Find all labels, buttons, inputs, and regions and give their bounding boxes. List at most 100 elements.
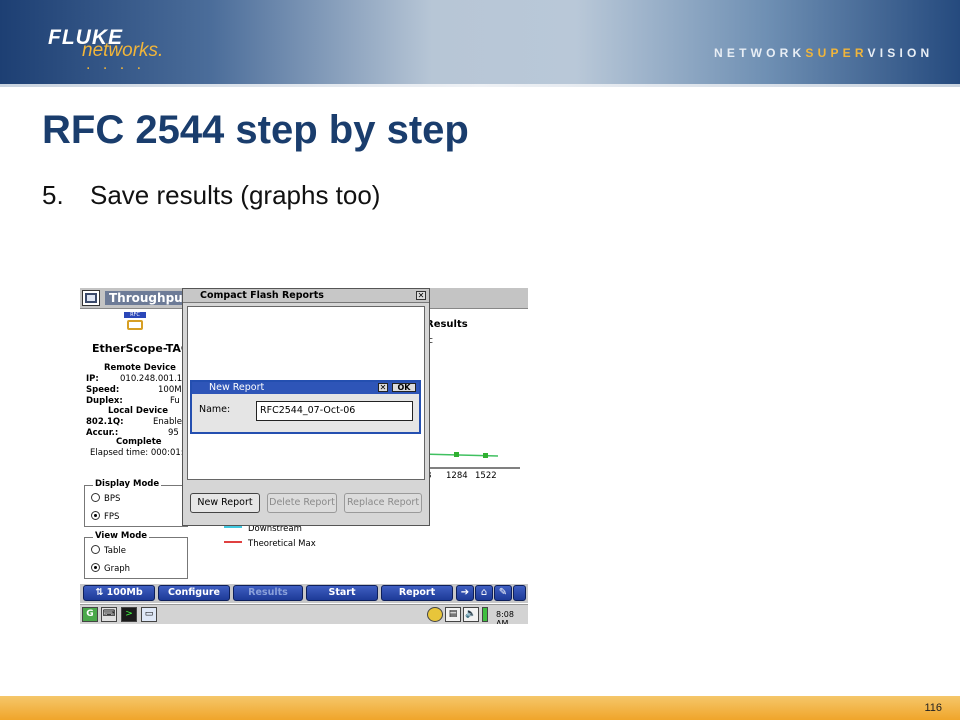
- view-mode-group: View Mode Table Graph: [84, 531, 188, 579]
- new-report-button[interactable]: New Report: [190, 493, 260, 513]
- rfc-test-icon: RFC: [124, 312, 146, 332]
- ip-row: IP:: [86, 374, 99, 384]
- rfc-tag: RFC: [124, 312, 146, 318]
- radio-fps-circle[interactable]: [91, 511, 100, 520]
- radio-bps-circle[interactable]: [91, 493, 100, 502]
- new-report-close-icon[interactable]: ✕: [378, 383, 388, 392]
- taskbar: G ⌨ > ▭ ▤ 🔈 8:08 AM: [80, 604, 528, 624]
- results-label: Results: [426, 319, 468, 330]
- replace-report-button[interactable]: Replace Report: [344, 493, 422, 513]
- tagline-end: VISION: [867, 46, 934, 60]
- new-report-dialog: New Report ✕ OK Name: RFC2544_07-Oct-06: [190, 380, 421, 434]
- bullet-number: 5.: [42, 180, 64, 210]
- terminal-icon[interactable]: >: [121, 607, 137, 622]
- remote-device-heading: Remote Device: [104, 363, 176, 373]
- toolbar-end-icon[interactable]: [513, 585, 526, 601]
- ip-label: IP:: [86, 374, 99, 384]
- radio-graph[interactable]: Graph: [91, 563, 130, 574]
- speaker-icon[interactable]: 🔈: [463, 607, 479, 622]
- wrench-icon[interactable]: ✎: [494, 585, 512, 601]
- q-value: Enable: [153, 417, 182, 427]
- forward-icon[interactable]: ➔: [456, 585, 474, 601]
- radio-bps[interactable]: BPS: [91, 493, 120, 504]
- slide-title: RFC 2544 step by step: [42, 108, 469, 152]
- accur-value: 95: [168, 428, 179, 438]
- radio-table-label: Table: [104, 546, 126, 556]
- compact-flash-title: Compact Flash Reports: [200, 290, 324, 301]
- display-mode-title: Display Mode: [93, 479, 162, 489]
- duplex-value: Fu: [170, 396, 180, 406]
- display-mode-group: Display Mode BPS FPS: [84, 479, 188, 527]
- chart-point-1522: [483, 453, 488, 458]
- results-button[interactable]: Results: [233, 585, 303, 601]
- new-report-titlebar: New Report ✕ OK: [192, 382, 419, 394]
- battery-icon: [482, 607, 488, 622]
- compact-flash-titlebar: Compact Flash Reports ✕: [183, 289, 429, 303]
- chart-point-1284: [454, 452, 459, 457]
- legend-theoretical-swatch: [224, 541, 242, 543]
- etherscope-screenshot: Throughput RFC EtherScope-TAC Remote Dev…: [80, 288, 528, 624]
- radio-fps-label: FPS: [104, 512, 120, 522]
- radio-fps[interactable]: FPS: [91, 511, 119, 522]
- delete-report-button[interactable]: Delete Report: [267, 493, 337, 513]
- speed-button-label: 100Mb: [106, 587, 143, 598]
- clock: 8:08 AM: [496, 610, 514, 624]
- close-icon[interactable]: ✕: [416, 291, 426, 300]
- local-device-heading: Local Device: [108, 406, 168, 416]
- report-button[interactable]: Report: [381, 585, 453, 601]
- slide: FLUKE networks. . . . . NETWORKSUPERVISI…: [0, 0, 960, 720]
- status-globe-icon[interactable]: [427, 607, 443, 622]
- speed-button[interactable]: ⇅ 100Mb: [83, 585, 155, 601]
- elapsed-time: Elapsed time: 000:01:50: [90, 448, 195, 458]
- report-name-input[interactable]: RFC2544_07-Oct-06: [256, 401, 413, 421]
- ip-value: 010.248.001.14: [120, 374, 188, 384]
- header-divider: [0, 84, 960, 87]
- legend-theoretical-label: Theoretical Max: [248, 539, 316, 549]
- q-label: 802.1Q:: [86, 417, 124, 427]
- start-button[interactable]: Start: [306, 585, 378, 601]
- window-icon[interactable]: [82, 290, 100, 306]
- ok-button[interactable]: OK: [392, 383, 416, 392]
- home-icon[interactable]: ⌂: [475, 585, 493, 601]
- radio-graph-label: Graph: [104, 564, 131, 574]
- legend-theoretical-max: Theoretical Max: [224, 539, 316, 549]
- header-band: FLUKE networks. . . . . NETWORKSUPERVISI…: [0, 0, 960, 84]
- logo-dots: . . . .: [86, 56, 146, 73]
- duplex-row: Duplex:: [86, 396, 123, 406]
- bullet-item: 5. Save results (graphs too): [42, 180, 380, 211]
- speed-label: Speed:: [86, 385, 120, 395]
- footer-band: 116: [0, 696, 960, 720]
- start-menu-icon[interactable]: G: [82, 607, 98, 622]
- status-text: Complete: [116, 437, 162, 447]
- speed-row: Speed:: [86, 385, 119, 395]
- radio-table[interactable]: Table: [91, 545, 126, 556]
- name-label: Name:: [199, 404, 231, 415]
- chart-tick-1522: 1522: [475, 471, 497, 481]
- tagline-highlight: SUPER: [805, 46, 868, 60]
- legend-downstream-swatch: [224, 526, 242, 528]
- configure-button[interactable]: Configure: [158, 585, 230, 601]
- radio-graph-circle[interactable]: [91, 563, 100, 572]
- window-task-icon[interactable]: ▭: [141, 607, 157, 622]
- bullet-text: Save results (graphs too): [90, 180, 381, 210]
- swap-arrows-icon: ⇅: [95, 587, 107, 598]
- new-report-title: New Report: [209, 382, 265, 393]
- bottom-toolbar: ⇅ 100Mb Configure Results Start Report ➔…: [80, 584, 528, 603]
- chart-tick-1284: 1284: [446, 471, 468, 481]
- tagline: NETWORKSUPERVISION: [714, 46, 933, 60]
- view-mode-title: View Mode: [93, 531, 150, 541]
- speed-value: 100M: [158, 385, 182, 395]
- tagline-start: NETWORK: [714, 46, 806, 60]
- radio-table-circle[interactable]: [91, 545, 100, 554]
- rfc-box: [127, 320, 143, 330]
- accur-label: Accur.:: [86, 428, 119, 438]
- window-title: Throughput: [105, 291, 193, 305]
- duplex-label: Duplex:: [86, 396, 123, 406]
- throughput-chart-fragment: [420, 452, 520, 469]
- device-name: EtherScope-TAC: [92, 342, 190, 355]
- keyboard-icon[interactable]: ⌨: [101, 607, 117, 622]
- radio-bps-label: BPS: [104, 494, 121, 504]
- accur-row: Accur.:: [86, 428, 118, 438]
- page-number: 116: [924, 702, 942, 714]
- clipboard-icon[interactable]: ▤: [445, 607, 461, 622]
